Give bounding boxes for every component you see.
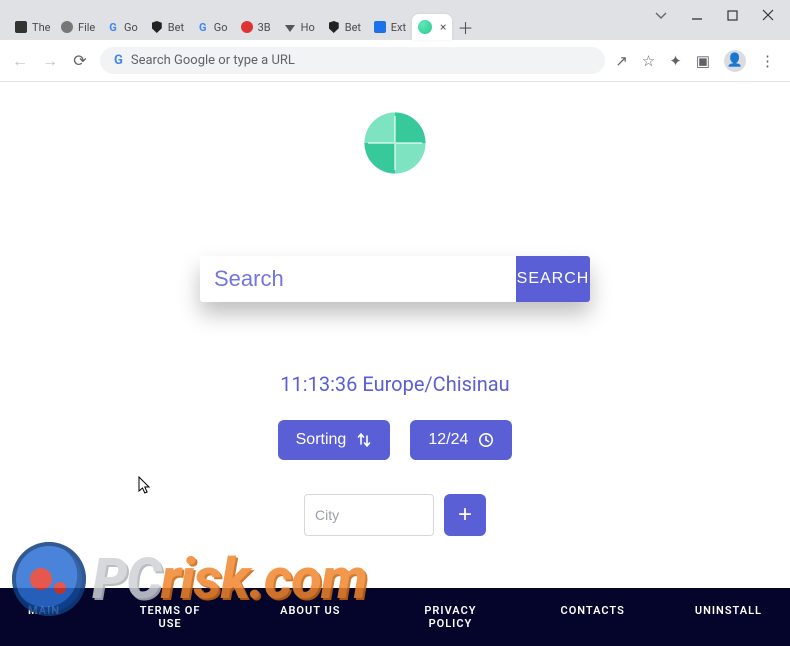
tab-3[interactable]: Bet [144, 14, 190, 40]
new-tab-button[interactable]: ＋ [452, 14, 478, 40]
profile-icon[interactable]: 👤 [724, 50, 746, 72]
tab-label: The [32, 21, 50, 34]
tab-7[interactable]: Bet [321, 14, 367, 40]
shield-icon [150, 20, 164, 34]
maximize-button[interactable] [727, 10, 738, 21]
minimize-button[interactable] [691, 9, 703, 21]
controls-row: Sorting 12/24 [0, 420, 790, 460]
sort-arrows-icon [356, 432, 372, 448]
app-logo-icon [362, 110, 428, 176]
footer-link-main[interactable]: MAIN [28, 604, 60, 630]
mouse-cursor-icon [138, 476, 154, 496]
tab-0[interactable]: The [8, 14, 54, 40]
bookmark-icon[interactable]: ☆ [642, 52, 655, 70]
share-icon[interactable]: ↗ [615, 52, 628, 70]
city-input[interactable] [304, 494, 434, 536]
shield-icon [327, 20, 341, 34]
tab-label: Bet [345, 21, 361, 34]
footer-link-uninstall[interactable]: UNINSTALL [695, 604, 762, 630]
plus-icon: + [458, 501, 472, 528]
reload-button[interactable]: ⟳ [70, 51, 90, 70]
logo-wrap [0, 82, 790, 176]
search-box: SEARCH [200, 256, 590, 302]
clock-display: 11:13:36 Europe/Chisinau [0, 372, 790, 396]
city-row: + [0, 494, 790, 536]
tab-label: Bet [168, 21, 184, 34]
format-label: 12/24 [428, 431, 468, 449]
tab-overflow-icon[interactable] [655, 9, 667, 21]
tab-4[interactable]: G Go [190, 14, 234, 40]
footer-link-about[interactable]: ABOUT US [280, 604, 340, 630]
footer-link-contacts[interactable]: CONTACTS [561, 604, 625, 630]
page-content: SEARCH 11:13:36 Europe/Chisinau Sorting … [0, 82, 790, 646]
menu-icon[interactable]: ⋮ [760, 52, 774, 70]
app-icon [418, 20, 432, 34]
tab-6[interactable]: Ho [277, 14, 321, 40]
clock-timezone: Europe/Chisinau [362, 372, 509, 396]
red-circle-icon [240, 20, 254, 34]
forward-button[interactable]: → [40, 51, 60, 71]
footer-link-terms[interactable]: TERMS OF USE [130, 604, 210, 630]
google-icon: G [106, 20, 120, 34]
sidepanel-icon[interactable]: ▣ [696, 52, 710, 70]
sorting-button[interactable]: Sorting [278, 420, 391, 460]
address-bar[interactable]: G Search Google or type a URL [100, 47, 605, 74]
back-button[interactable]: ← [10, 51, 30, 71]
extensions-icon[interactable]: ✦ [669, 52, 682, 70]
time-format-button[interactable]: 12/24 [410, 420, 512, 460]
search-button[interactable]: SEARCH [516, 256, 590, 302]
clock-time: 11:13:36 [280, 372, 357, 396]
add-city-button[interactable]: + [444, 494, 486, 536]
window-controls [639, 0, 790, 30]
footer-nav: MAIN TERMS OF USE ABOUT US PRIVACY POLIC… [0, 588, 790, 646]
tab-1[interactable]: File [54, 14, 100, 40]
puzzle-icon [373, 20, 387, 34]
google-icon: G [114, 53, 123, 68]
google-icon: G [196, 20, 210, 34]
globe-icon [60, 20, 74, 34]
tab-5[interactable]: 3B [234, 14, 277, 40]
tab-label: Ho [301, 21, 315, 34]
toolbar-actions: ↗ ☆ ✦ ▣ 👤 ⋮ [615, 50, 774, 72]
address-placeholder: Search Google or type a URL [131, 53, 295, 68]
close-tab-icon[interactable]: × [440, 20, 446, 34]
tab-2[interactable]: G Go [100, 14, 144, 40]
footer-link-privacy[interactable]: PRIVACY POLICY [410, 604, 490, 630]
close-window-button[interactable] [762, 9, 774, 21]
tab-label: Go [214, 21, 228, 34]
toolbar: ← → ⟳ G Search Google or type a URL ↗ ☆ … [0, 40, 790, 82]
printer-icon [14, 20, 28, 34]
tab-label: Go [124, 21, 138, 34]
sorting-label: Sorting [296, 431, 347, 449]
download-icon [283, 20, 297, 34]
clock-icon [478, 432, 494, 448]
tab-label: File [78, 21, 95, 34]
tab-label: 3B [258, 21, 271, 34]
tab-active[interactable]: × [412, 14, 452, 40]
tab-8[interactable]: Ext [367, 14, 412, 40]
tab-label: Ext [391, 21, 406, 34]
search-input[interactable] [200, 256, 516, 302]
